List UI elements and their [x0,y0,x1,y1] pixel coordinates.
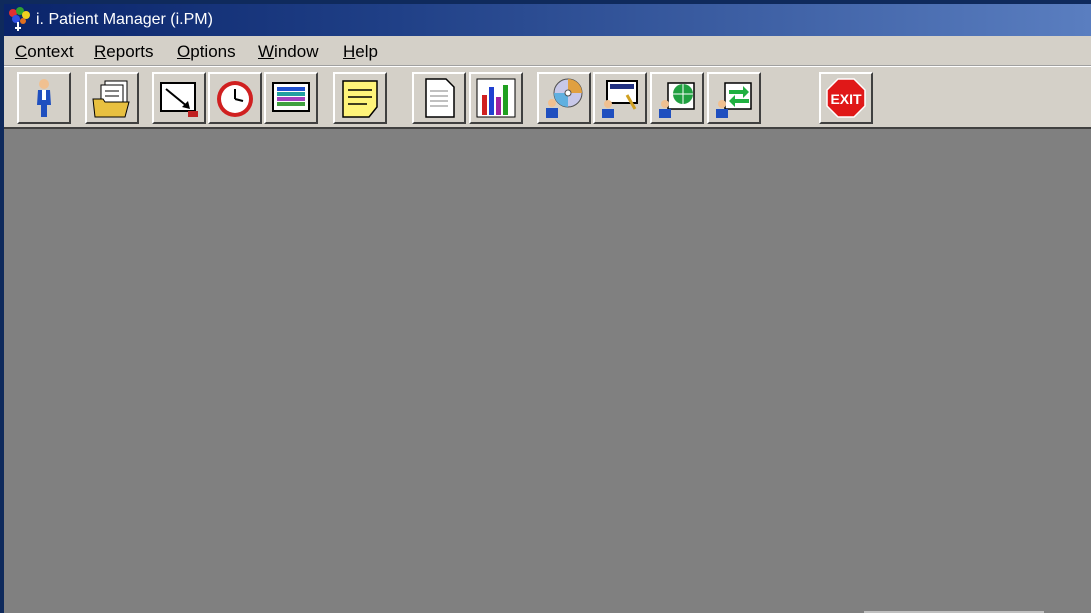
bar-chart-icon [476,78,516,118]
app-logo-icon [9,7,30,31]
slate-arrow-icon [160,82,198,117]
title-bar: i. Patient Manager (i.PM) [4,4,1091,36]
toolbar-button-screen[interactable] [593,72,647,124]
exit-sign-icon: EXIT [826,78,866,118]
folder-documents-icon [92,80,130,118]
exit-button[interactable]: EXIT [819,72,873,124]
toolbar-button-slate[interactable] [152,72,206,124]
toolbar-button-notes[interactable] [333,72,387,124]
toolbar-button-folder[interactable] [85,72,139,124]
toolbar-button-cd[interactable] [537,72,591,124]
clock-icon [217,81,253,117]
transfer-person-icon [716,82,752,118]
toolbar-button-clock[interactable] [208,72,262,124]
sticky-note-icon [342,80,378,118]
toolbar-button-list[interactable] [264,72,318,124]
menu-context[interactable]: Context [15,42,74,62]
document-icon [425,78,455,118]
menu-bar: Context Reports Options Window Help [4,36,1091,66]
menu-help[interactable]: Help [343,42,378,62]
menu-window[interactable]: Window [258,42,318,62]
toolbar-button-person[interactable] [17,72,71,124]
toolbar-button-globe[interactable] [650,72,704,124]
toolbar-button-chart[interactable] [469,72,523,124]
menu-reports[interactable]: Reports [94,42,154,62]
app-window: i. Patient Manager (i.PM) Context Report… [4,4,1091,613]
color-list-icon [272,82,310,112]
menu-options[interactable]: Options [177,42,236,62]
person-icon [37,79,51,117]
cd-person-icon [546,78,583,118]
globe-person-icon [659,82,695,118]
window-title: i. Patient Manager (i.PM) [36,11,213,28]
toolbar: EXIT [4,66,1091,129]
toolbar-button-transfer[interactable] [707,72,761,124]
exit-label: EXIT [830,91,862,107]
toolbar-button-document[interactable] [412,72,466,124]
screen-person-icon [602,80,638,118]
